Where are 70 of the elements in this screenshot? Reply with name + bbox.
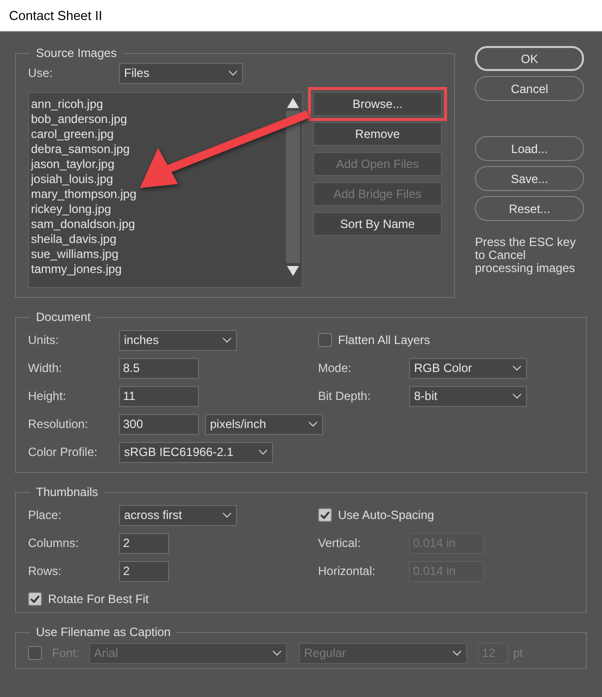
field-label: Height: [28,389,68,403]
caption-checkbox[interactable] [28,646,42,660]
color-profile-dropdown[interactable]: sRGB IEC61966-2.1 [119,442,273,462]
action-button[interactable]: Browse... [313,92,442,116]
dialog-button[interactable]: Load... [475,136,584,161]
field-label: Rows: [28,564,62,578]
chevron-down-icon [222,512,232,518]
columns-field[interactable]: 2 [119,532,169,554]
group-title: Source Images [35,46,118,60]
hint-text: Press the ESC key to Cancel processing images [475,236,577,275]
field-label: Horizontal: [318,564,376,578]
field-label: Use: [28,66,54,80]
chevron-down-icon [452,650,462,656]
file-list-item[interactable]: ann_ricoh.jpg [31,97,285,112]
chevron-down-icon [308,421,318,427]
file-list-item[interactable]: carol_green.jpg [31,127,285,142]
use-dropdown[interactable]: Files [119,62,243,84]
dialog-button[interactable]: OK [475,46,584,71]
file-list-item[interactable]: tammy_jones.jpg [31,262,285,277]
file-list-item[interactable]: debra_samson.jpg [31,142,285,157]
group-title: Document [35,310,92,324]
field-label: Place: [28,508,62,522]
checkbox-label: Rotate For Best Fit [48,592,149,606]
bit-depth-dropdown[interactable]: 8-bit [409,386,527,406]
window-title: Contact Sheet II [9,8,102,23]
chevron-down-icon [258,449,268,455]
checkbox-label: Flatten All Layers [338,333,430,347]
resolution-unit-dropdown[interactable]: pixels/inch [205,414,323,434]
scroll-up-icon[interactable] [286,97,300,109]
flatten-checkbox[interactable] [318,333,332,347]
action-button[interactable]: Sort By Name [313,212,442,236]
mode-dropdown[interactable]: RGB Color [409,358,527,378]
dialog-button[interactable]: Reset... [475,196,584,221]
width-field[interactable]: 8.5 [119,358,199,378]
file-list-item[interactable]: sam_donaldson.jpg [31,217,285,232]
file-list-item[interactable]: bob_anderson.jpg [31,112,285,127]
field-label: Units: [28,333,60,347]
chevron-down-icon [512,365,522,371]
units-dropdown[interactable]: inches [119,330,237,350]
field-label: Columns: [28,536,80,550]
chevron-down-icon [222,337,232,343]
place-dropdown[interactable]: across first [119,504,237,526]
scroll-down-icon[interactable] [286,265,300,277]
file-list-item[interactable]: rickey_long.jpg [31,202,285,217]
file-list-item[interactable]: sheila_davis.jpg [31,232,285,247]
action-button[interactable]: Remove [313,122,442,146]
field-label: Width: [28,361,64,375]
field-label: Vertical: [318,536,362,550]
scrollbar[interactable] [285,97,300,277]
resolution-field[interactable]: 300 [119,414,199,434]
chevron-down-icon [228,70,238,76]
field-label: Mode: [318,361,352,375]
rotate-checkbox[interactable] [28,592,42,606]
file-list-item[interactable]: josiah_louis.jpg [31,172,285,187]
file-list-item[interactable]: sue_williams.jpg [31,247,285,262]
chevron-down-icon [512,393,522,399]
chevron-down-icon [272,650,282,656]
file-list-item[interactable]: mary_thompson.jpg [31,187,285,202]
checkbox-label: Use Auto-Spacing [338,508,434,522]
group-title: Thumbnails [35,485,100,499]
field-label: Bit Depth: [318,389,372,403]
group-title: Use Filename as Caption [35,625,172,639]
dialog-button[interactable]: Cancel [475,76,584,101]
field-label: Resolution: [28,417,90,431]
auto-spacing-checkbox[interactable] [318,508,332,522]
rows-field[interactable]: 2 [119,560,169,582]
file-list-item[interactable]: jason_taylor.jpg [31,157,285,172]
field-label: Color Profile: [28,445,98,459]
height-field[interactable]: 11 [119,386,199,406]
dialog-button[interactable]: Save... [475,166,584,191]
